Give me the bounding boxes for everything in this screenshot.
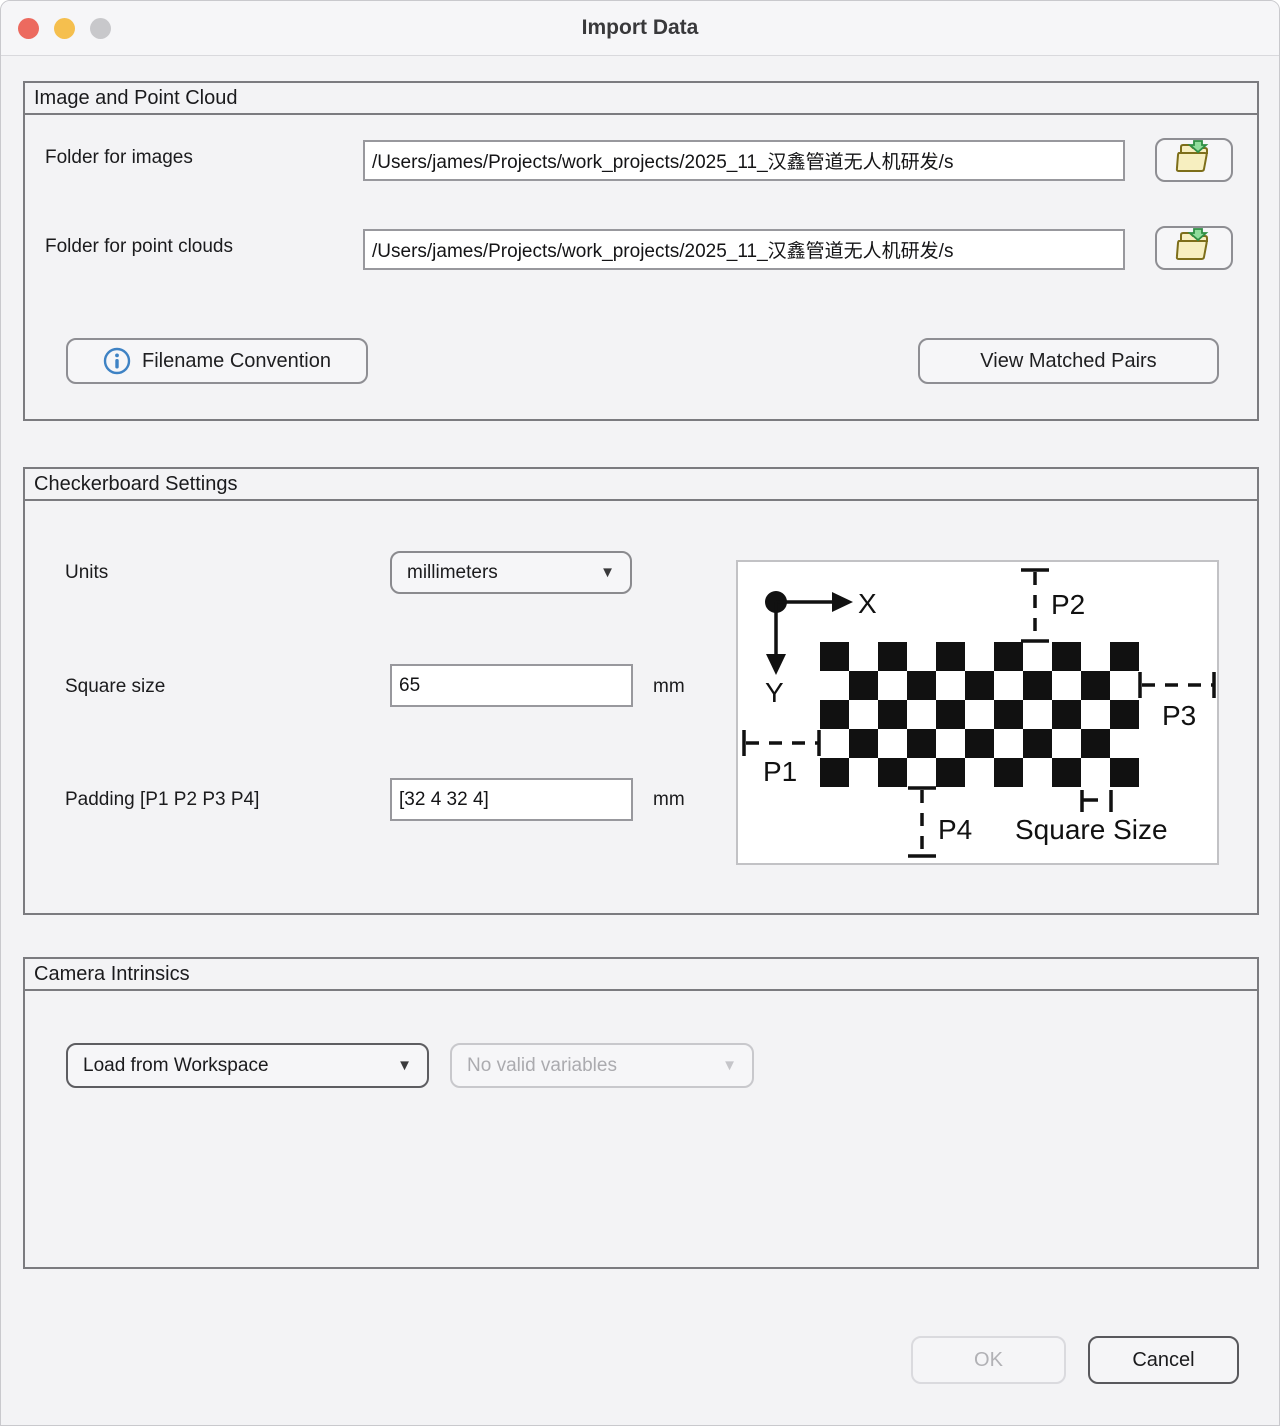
cancel-button-label: Cancel: [1132, 1349, 1194, 1372]
checkerboard-squares: [820, 642, 1139, 787]
browse-point-clouds-button[interactable]: [1155, 226, 1233, 270]
section-camera-intrinsics: Camera Intrinsics Load from Workspace ▼ …: [23, 957, 1259, 1269]
section-title: Checkerboard Settings: [25, 469, 1257, 501]
x-axis-label: X: [858, 588, 877, 619]
import-data-dialog: Import Data Image and Point Cloud Folder…: [0, 0, 1280, 1426]
zoom-window-button[interactable]: [90, 18, 111, 39]
p2-label: P2: [1051, 589, 1085, 620]
intrinsics-variable-dropdown: No valid variables ▼: [450, 1043, 754, 1088]
padding-input[interactable]: [390, 778, 633, 821]
filename-convention-button[interactable]: Filename Convention: [66, 338, 368, 384]
folder-for-point-clouds-label: Folder for point clouds: [45, 236, 233, 258]
open-folder-icon: [1175, 228, 1213, 268]
p4-label: P4: [938, 814, 972, 845]
p1-label: P1: [763, 756, 797, 787]
chevron-down-icon: ▼: [722, 1057, 737, 1074]
view-matched-pairs-button[interactable]: View Matched Pairs: [918, 338, 1219, 384]
section-title: Image and Point Cloud: [25, 83, 1257, 115]
units-label: Units: [65, 562, 108, 584]
y-axis-label: Y: [765, 677, 784, 708]
intrinsics-source-dropdown[interactable]: Load from Workspace ▼: [66, 1043, 429, 1088]
p3-label: P3: [1162, 700, 1196, 731]
folder-for-point-clouds-input[interactable]: [363, 229, 1125, 270]
units-value: millimeters: [407, 562, 498, 584]
square-size-label: Square size: [65, 676, 165, 698]
intrinsics-source-value: Load from Workspace: [83, 1055, 269, 1077]
view-matched-pairs-label: View Matched Pairs: [980, 350, 1156, 373]
padding-label: Padding [P1 P2 P3 P4]: [65, 789, 259, 811]
window-title: Import Data: [582, 16, 699, 40]
checkerboard-diagram: X Y P2 P3 P1: [736, 560, 1219, 865]
units-dropdown[interactable]: millimeters ▼: [390, 551, 632, 594]
intrinsics-variable-value: No valid variables: [467, 1055, 617, 1077]
title-bar: Import Data: [1, 1, 1279, 56]
chevron-down-icon: ▼: [600, 564, 615, 581]
close-window-button[interactable]: [18, 18, 39, 39]
open-folder-icon: [1175, 140, 1213, 180]
ok-button: OK: [911, 1336, 1066, 1384]
square-size-unit-label: mm: [653, 676, 685, 698]
checkerboard-diagram-svg: X Y P2 P3 P1: [738, 562, 1217, 863]
square-size-input[interactable]: [390, 664, 633, 707]
square-size-diagram-label: Square Size: [1015, 814, 1168, 845]
browse-images-button[interactable]: [1155, 138, 1233, 182]
info-icon: [103, 347, 131, 375]
folder-for-images-input[interactable]: [363, 140, 1125, 181]
minimize-window-button[interactable]: [54, 18, 75, 39]
filename-convention-label: Filename Convention: [142, 350, 331, 373]
cancel-button[interactable]: Cancel: [1088, 1336, 1239, 1384]
chevron-down-icon: ▼: [397, 1057, 412, 1074]
section-title: Camera Intrinsics: [25, 959, 1257, 991]
ok-button-label: OK: [974, 1349, 1003, 1372]
section-image-point-cloud: Image and Point Cloud Folder for images …: [23, 81, 1259, 421]
folder-for-images-label: Folder for images: [45, 147, 193, 169]
section-checkerboard-settings: Checkerboard Settings Units millimeters …: [23, 467, 1259, 915]
padding-unit-label: mm: [653, 789, 685, 811]
